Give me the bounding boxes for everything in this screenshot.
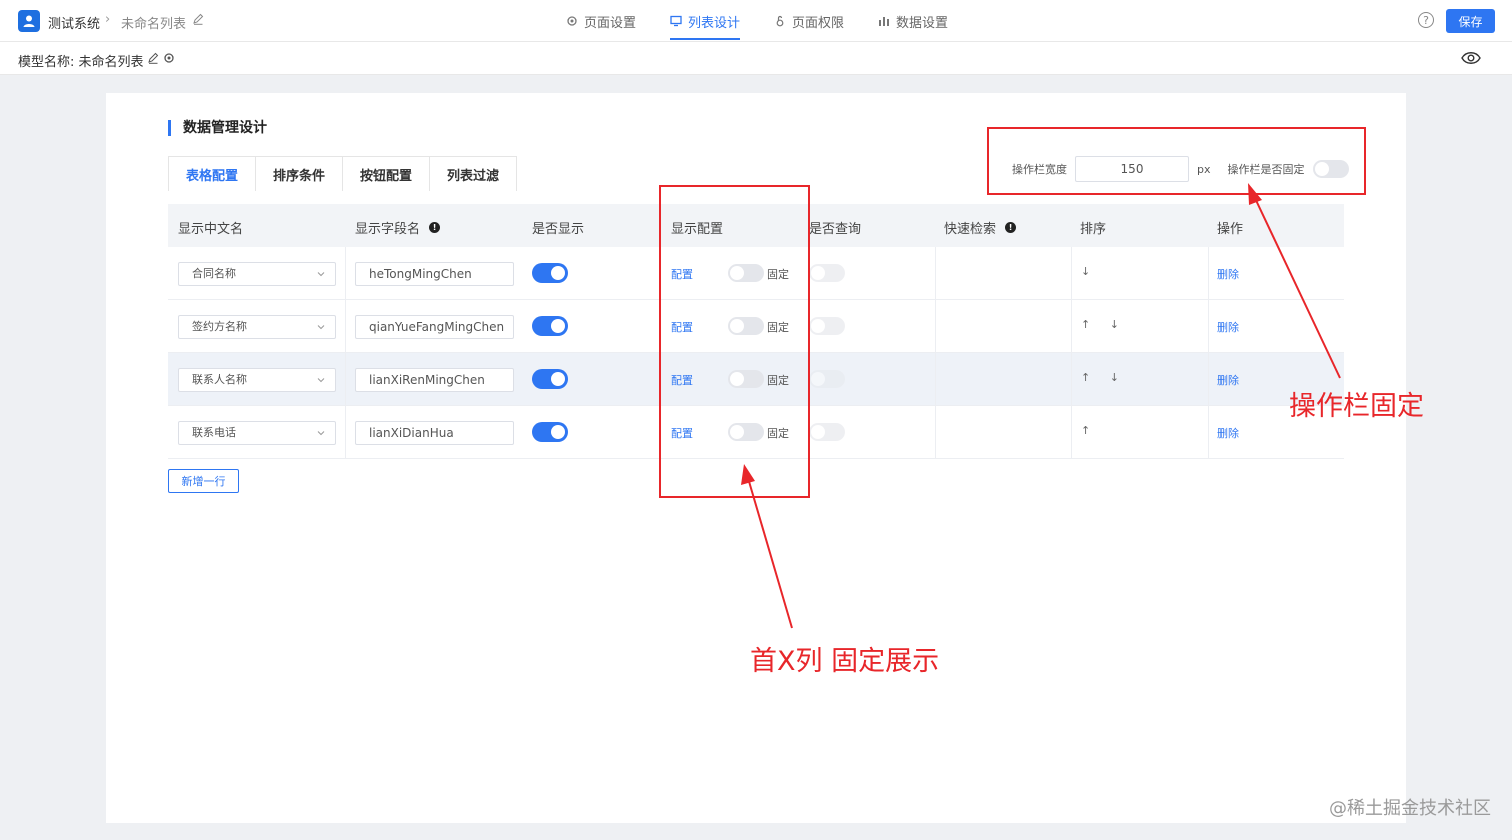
watermark: @稀土掘金技术社区 xyxy=(1329,798,1491,819)
col-header: 显示字段名 ! xyxy=(355,218,441,237)
tab-list-filter[interactable]: 列表过滤 xyxy=(430,157,517,191)
help-icon[interactable]: ? xyxy=(1418,12,1434,28)
bar-chart-icon xyxy=(879,17,890,26)
lock-icon xyxy=(776,15,784,27)
chevron-down-icon xyxy=(317,431,325,436)
gear-icon xyxy=(567,16,577,26)
edit-icon[interactable] xyxy=(192,13,204,25)
annotation-box-op-fixed xyxy=(987,127,1366,195)
model-bar: 模型名称: 未命名列表 xyxy=(0,42,1512,75)
model-name: 模型名称: 未命名列表 xyxy=(18,55,144,70)
query-toggle[interactable] xyxy=(809,423,845,441)
field-name-input[interactable]: qianYueFangMingChen xyxy=(355,315,514,339)
select-value: 合同名称 xyxy=(192,267,236,280)
annotation-box-first-x xyxy=(659,185,810,498)
query-toggle[interactable] xyxy=(809,317,845,335)
field-name-input[interactable]: heTongMingChen xyxy=(355,262,514,286)
show-toggle[interactable] xyxy=(532,263,568,283)
sort-arrows[interactable]: ↑ ↓ xyxy=(1081,318,1127,331)
annotation-op-fixed: 操作栏固定 xyxy=(1289,391,1424,422)
tab-list-design[interactable]: 列表设计 xyxy=(670,0,741,42)
tab-button-config[interactable]: 按钮配置 xyxy=(343,157,431,191)
select-value: 签约方名称 xyxy=(192,320,247,333)
add-row-button[interactable]: 新增一行 xyxy=(168,469,239,493)
app-name[interactable]: 测试系统 xyxy=(48,13,100,32)
query-toggle[interactable] xyxy=(809,370,845,388)
select-value: 联系电话 xyxy=(192,426,236,439)
show-toggle[interactable] xyxy=(532,369,568,389)
col-header: 操作 xyxy=(1217,222,1244,237)
col-header-label: 显示字段名 xyxy=(355,222,421,237)
col-header: 快速检索 ! xyxy=(944,218,1017,237)
annotation-first-x: 首X列 固定展示 xyxy=(750,646,940,677)
col-header: 排序 xyxy=(1080,222,1107,237)
eye-icon[interactable] xyxy=(1461,51,1481,65)
delete-link[interactable]: 删除 xyxy=(1217,372,1239,388)
info-icon[interactable]: ! xyxy=(1005,222,1017,233)
tab-page-permissions[interactable]: 页面权限 xyxy=(774,0,844,42)
chevron-down-icon xyxy=(317,378,325,383)
user-icon xyxy=(18,10,40,32)
delete-link[interactable]: 删除 xyxy=(1217,425,1239,441)
col-header-label: 快速检索 xyxy=(944,222,997,237)
tab-table-config[interactable]: 表格配置 xyxy=(169,157,257,191)
delete-link[interactable]: 删除 xyxy=(1217,319,1239,335)
sort-arrows[interactable]: ↑ ↓ xyxy=(1081,371,1127,384)
top-bar: 测试系统 › 未命名列表 页面设置 列表设计 页面权限 数据设置 ? 保存 xyxy=(0,0,1512,42)
config-tabs: 表格配置 排序条件 按钮配置 列表过滤 xyxy=(168,156,518,191)
list-icon xyxy=(670,15,682,27)
chevron-down-icon xyxy=(317,325,325,330)
show-toggle[interactable] xyxy=(532,422,568,442)
tab-label: 列表设计 xyxy=(688,15,741,31)
cn-name-select[interactable]: 签约方名称 xyxy=(178,315,336,339)
tab-page-settings[interactable]: 页面设置 xyxy=(566,0,636,42)
col-header: 显示中文名 xyxy=(178,222,244,237)
section-title: 数据管理设计 xyxy=(168,120,267,136)
chevron-down-icon xyxy=(317,272,325,277)
gear-icon[interactable] xyxy=(163,52,175,64)
query-toggle[interactable] xyxy=(809,264,845,282)
cn-name-select[interactable]: 联系人名称 xyxy=(178,368,336,392)
sort-arrows[interactable]: ↑ xyxy=(1081,424,1098,437)
col-header: 是否显示 xyxy=(532,222,585,237)
tab-sort-conditions[interactable]: 排序条件 xyxy=(256,157,344,191)
breadcrumb-page: 未命名列表 xyxy=(121,17,187,32)
cn-name-select[interactable]: 联系电话 xyxy=(178,421,336,445)
edit-icon[interactable] xyxy=(147,52,159,64)
sort-arrows[interactable]: ↓ xyxy=(1081,265,1098,278)
field-name-input[interactable]: lianXiDianHua xyxy=(355,421,514,445)
col-header: 是否查询 xyxy=(809,222,862,237)
field-name-input[interactable]: lianXiRenMingChen xyxy=(355,368,514,392)
tab-label: 数据设置 xyxy=(896,15,949,31)
info-icon[interactable]: ! xyxy=(429,222,441,233)
delete-link[interactable]: 删除 xyxy=(1217,266,1239,282)
cn-name-select[interactable]: 合同名称 xyxy=(178,262,336,286)
chevron-right-icon: › xyxy=(105,12,111,27)
select-value: 联系人名称 xyxy=(192,373,247,386)
main-tabs: 页面设置 列表设计 页面权限 数据设置 xyxy=(566,0,982,42)
tab-label: 页面设置 xyxy=(584,15,637,31)
show-toggle[interactable] xyxy=(532,316,568,336)
tab-data-settings[interactable]: 数据设置 xyxy=(878,0,948,42)
save-button[interactable]: 保存 xyxy=(1446,9,1495,33)
tab-label: 页面权限 xyxy=(792,15,845,31)
